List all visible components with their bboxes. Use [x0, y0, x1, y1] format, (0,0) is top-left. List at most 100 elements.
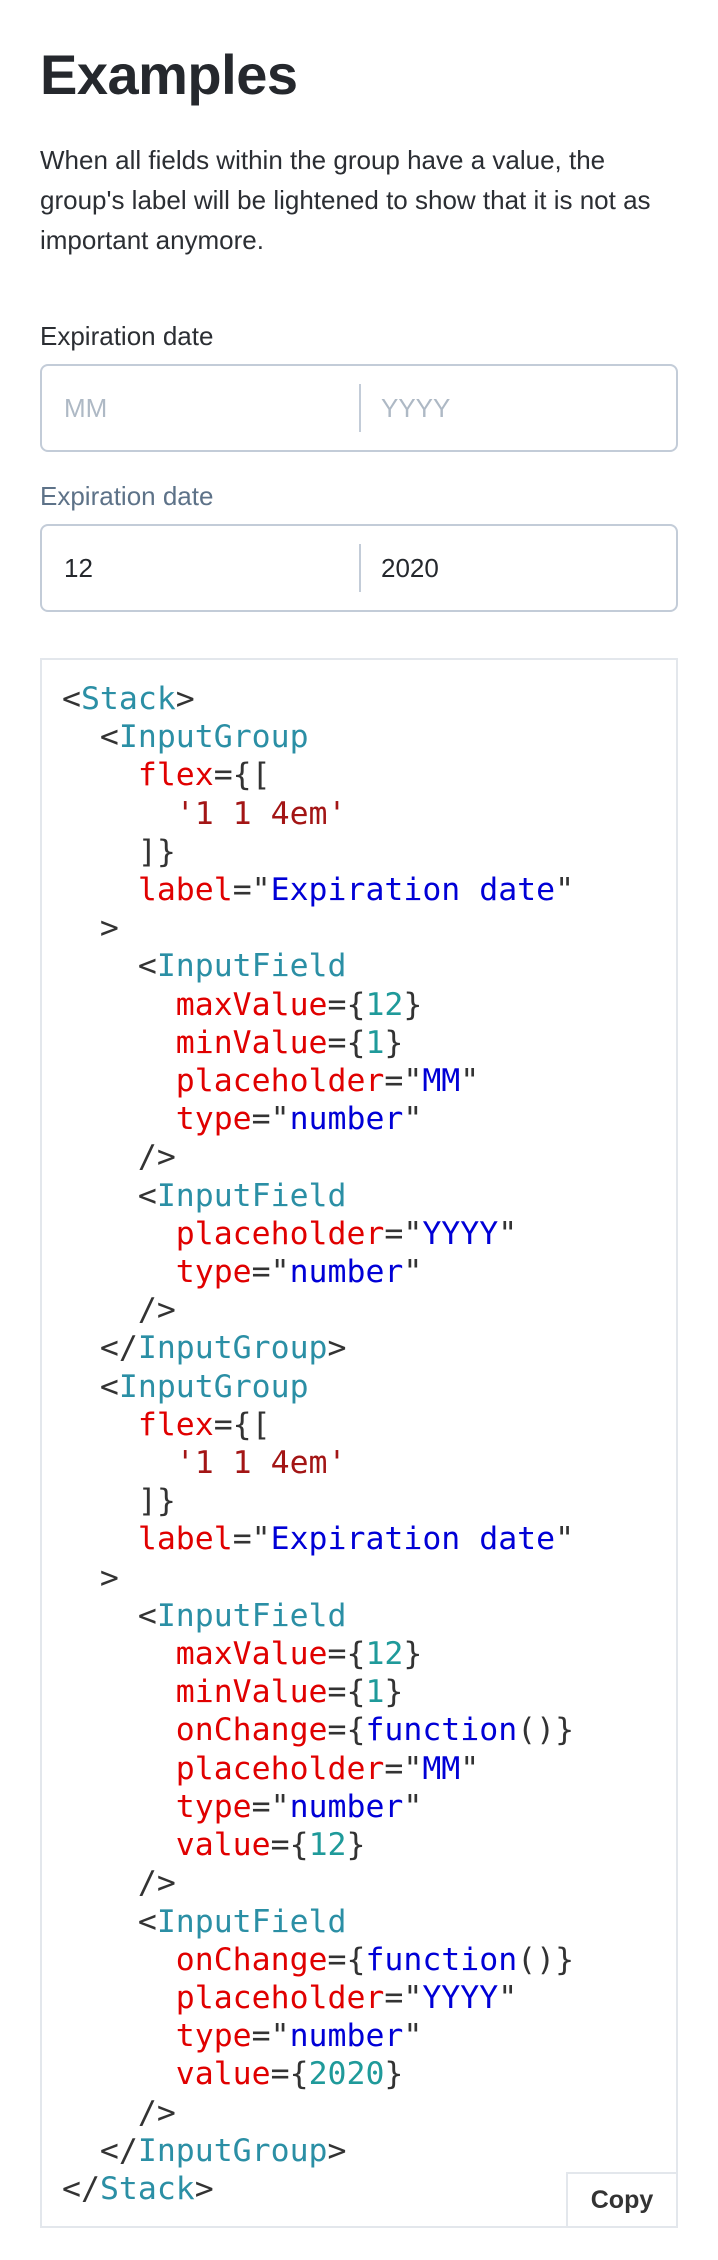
code-token: InputGroup	[118, 1368, 309, 1405]
year-field[interactable]: 2020	[359, 526, 676, 610]
code-example: <Stack> <InputGroup flex={[ '1 1 4em' ]}…	[40, 658, 678, 2228]
code-token: />	[62, 1865, 176, 1902]
code-token: />	[62, 1139, 176, 1176]
code-token: "	[498, 1979, 518, 2016]
code-token: number	[289, 2018, 404, 2055]
code-line: placeholder="MM"	[62, 1063, 479, 1099]
code-token: ={	[270, 1827, 309, 1864]
code-token: ="	[251, 1101, 290, 1138]
code-line: maxValue={12}	[62, 986, 423, 1023]
code-token: value	[62, 2056, 271, 2093]
code-token: <	[62, 681, 81, 717]
code-token: Expiration date	[270, 872, 556, 909]
code-token: ]}	[62, 833, 176, 870]
code-token: />	[62, 1292, 176, 1329]
code-line: placeholder="YYYY"	[62, 1980, 517, 2016]
code-token: ="	[232, 1521, 271, 1558]
code-line: value={2020}	[62, 2056, 404, 2093]
group-label: Expiration date	[40, 321, 214, 351]
code-token: 2020	[308, 2056, 385, 2093]
code-token: YYYY	[422, 1215, 499, 1252]
code-token: }	[403, 986, 423, 1023]
code-token: minValue	[62, 1024, 328, 1061]
code-listing: <Stack> <InputGroup flex={[ '1 1 4em' ]}…	[62, 680, 574, 2208]
code-token: number	[289, 1101, 404, 1138]
code-token: >	[175, 681, 195, 717]
code-token: ()}	[517, 1712, 575, 1749]
code-token: Stack	[80, 681, 176, 717]
code-token: >	[327, 2132, 347, 2169]
code-token: 1	[365, 1674, 385, 1711]
code-token: number	[289, 1254, 404, 1291]
code-line: type="number"	[62, 1788, 423, 1825]
code-line: >	[62, 1560, 119, 1596]
code-token: <	[62, 1177, 157, 1214]
code-token: '1 1 4em'	[62, 795, 347, 832]
intro-paragraph: When all fields within the group have a …	[40, 145, 651, 255]
code-line: <Stack>	[62, 681, 195, 717]
code-line: flex={[	[62, 1407, 271, 1443]
code-token: ]}	[62, 1483, 176, 1520]
code-token: ="	[251, 1788, 290, 1825]
code-line: <InputField	[62, 948, 347, 985]
month-field[interactable]: MM	[42, 366, 359, 450]
code-token: ={[	[213, 1406, 271, 1443]
code-token: </	[62, 2132, 138, 2169]
code-token: ={	[327, 1636, 366, 1673]
code-token: <	[62, 1368, 119, 1405]
code-token: InputField	[156, 1597, 347, 1634]
code-token: 12	[365, 1636, 404, 1673]
input-group-filled: Expiration date 12 2020	[40, 478, 678, 612]
code-token: }	[346, 1827, 366, 1864]
code-token: ={	[327, 1712, 366, 1749]
code-token: InputField	[156, 948, 347, 985]
code-line: label="Expiration date"	[62, 872, 574, 908]
code-token: <	[62, 719, 119, 756]
code-token: YYYY	[422, 1979, 499, 2016]
year-field[interactable]: YYYY	[359, 366, 676, 450]
group-label: Expiration date	[40, 481, 214, 511]
code-token: ="	[384, 1750, 423, 1787]
code-token: ="	[384, 1979, 423, 2016]
code-token: maxValue	[62, 1636, 328, 1673]
year-value: 2020	[381, 552, 439, 583]
code-line: <InputField	[62, 1177, 347, 1214]
code-line: '1 1 4em'	[62, 1445, 347, 1482]
month-field[interactable]: 12	[42, 526, 359, 610]
code-token: <	[62, 1903, 157, 1940]
code-token: />	[62, 2094, 176, 2131]
code-token: "	[555, 1521, 575, 1558]
code-token: "	[555, 872, 575, 909]
code-token: }	[384, 1674, 404, 1711]
code-token: function	[365, 1712, 518, 1749]
code-line: <InputField	[62, 1903, 347, 1940]
code-token: >	[62, 910, 119, 947]
code-token: "	[460, 1063, 480, 1100]
code-token: InputField	[156, 1177, 347, 1214]
code-token: MM	[422, 1750, 461, 1787]
code-line: type="number"	[62, 1254, 423, 1291]
code-token: ="	[384, 1063, 423, 1100]
code-line: <InputGroup	[62, 1369, 309, 1405]
code-token: placeholder	[62, 1750, 385, 1787]
code-token: "	[498, 1215, 518, 1252]
input-group-empty: Expiration date MM YYYY	[40, 318, 678, 452]
code-token: flex	[62, 1406, 214, 1443]
code-token: '1 1 4em'	[62, 1445, 347, 1482]
code-token: "	[403, 1254, 423, 1291]
code-line: placeholder="YYYY"	[62, 1216, 517, 1252]
copy-button[interactable]: Copy	[566, 2172, 676, 2226]
code-line: placeholder="MM"	[62, 1751, 479, 1787]
code-line: ]}	[62, 1483, 176, 1519]
code-line: type="number"	[62, 2018, 423, 2055]
code-line: maxValue={12}	[62, 1636, 423, 1673]
code-line: </InputGroup>	[62, 2132, 347, 2169]
code-line: >	[62, 910, 119, 946]
code-token: "	[403, 2018, 423, 2055]
code-line: />	[62, 2095, 176, 2131]
code-token: <	[62, 1597, 157, 1634]
code-line: value={12}	[62, 1827, 366, 1864]
code-token: placeholder	[62, 1063, 385, 1100]
code-token: ()}	[517, 1941, 575, 1978]
code-token: >	[194, 2170, 214, 2207]
